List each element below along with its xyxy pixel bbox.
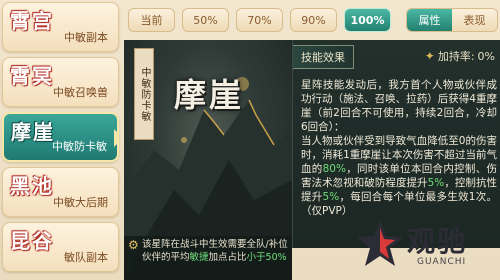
menu-item-name: 霄冥 [10, 64, 54, 88]
condition-highlight: 小于50% [246, 252, 287, 263]
view-toggle: 属性 表现 [406, 8, 498, 32]
tab-100[interactable]: 100% [344, 8, 391, 32]
tab-90[interactable]: 90% [290, 8, 337, 32]
formation-title: 摩崖 [174, 76, 245, 114]
watermark-cn: 观驰 [407, 225, 468, 258]
menu-item-name: 摩崖 [11, 120, 55, 144]
menu-item-heichi[interactable]: 黑池 中敏大后期 [2, 167, 119, 217]
skill-description: 星阵技能发动后，我方首个人物或伙伴成功行动（施法、召唤、拉药）后获得4重摩崖（前… [301, 78, 497, 218]
menu-item-subtitle: 中敏副本 [64, 31, 108, 44]
watermark-en: GUANCHI [417, 257, 467, 267]
tab-70[interactable]: 70% [236, 8, 283, 32]
bonus-rate-label: 加持率: [437, 50, 475, 63]
tab-50[interactable]: 50% [182, 8, 229, 32]
gear-icon: ⚙ [128, 238, 139, 252]
menu-item-subtitle: 中敏大后期 [53, 196, 108, 209]
condition-part: 加点占比 [208, 252, 247, 263]
skill-effect-label: 技能效果 [293, 45, 354, 69]
condition-text: 该星阵在战斗中生效需要全队/补位伙伴的平均敏捷加点占比小于50% [142, 238, 288, 264]
top-bar: 当前 50% 70% 90% 100% 属性 表现 [124, 0, 500, 40]
skill-highlight: 5% [427, 177, 445, 189]
skill-effect-header: 技能效果 ✦ 加持率: 0% [293, 45, 500, 69]
guanchi-logo-icon [357, 220, 403, 266]
menu-item-xiaoming[interactable]: 霄冥 中敏召唤兽 [2, 57, 119, 107]
skill-text: 星阵技能发动后，我方首个人物或伙伴成功行动（施法、召唤、拉药）后获得4重摩崖（前… [301, 79, 497, 133]
tab-current[interactable]: 当前 [128, 8, 175, 32]
menu-item-xiaogong[interactable]: 霄宫 中敏副本 [2, 2, 119, 52]
fleur-icon: ✦ [424, 49, 435, 63]
activation-condition-note: ⚙ 该星阵在战斗中生效需要全队/补位伙伴的平均敏捷加点占比小于50% [124, 236, 292, 280]
skill-highlight: 80% [322, 163, 346, 175]
menu-item-moya[interactable]: 摩崖 中敏防卡敏 [2, 112, 119, 162]
formation-type-tag: 中敏防卡敏 [134, 48, 154, 140]
menu-item-name: 昆谷 [10, 229, 54, 253]
bonus-rate-value: 0% [477, 49, 495, 63]
menu-item-subtitle: 中敏防卡敏 [52, 140, 107, 153]
selected-arrow-icon [114, 129, 117, 147]
condition-highlight: 敏捷 [189, 252, 209, 263]
tab-attributes[interactable]: 属性 [407, 9, 452, 31]
bonus-rate: ✦ 加持率: 0% [425, 48, 495, 64]
guanchi-watermark: 观驰 GUANCHI [355, 216, 497, 276]
menu-item-name: 黑池 [10, 174, 54, 198]
skill-highlight: 5% [322, 191, 340, 203]
menu-item-name: 霄宫 [10, 9, 54, 33]
menu-item-subtitle: 中敏召唤兽 [53, 86, 108, 99]
menu-item-kungu[interactable]: 昆谷 敏队副本 [2, 222, 119, 272]
tab-appearance[interactable]: 表现 [452, 9, 497, 31]
menu-item-subtitle: 敏队副本 [64, 251, 108, 264]
strategy-menu: 霄宫 中敏副本 霄冥 中敏召唤兽 摩崖 中敏防卡敏 黑池 中敏大后期 昆谷 敏队… [0, 0, 121, 280]
